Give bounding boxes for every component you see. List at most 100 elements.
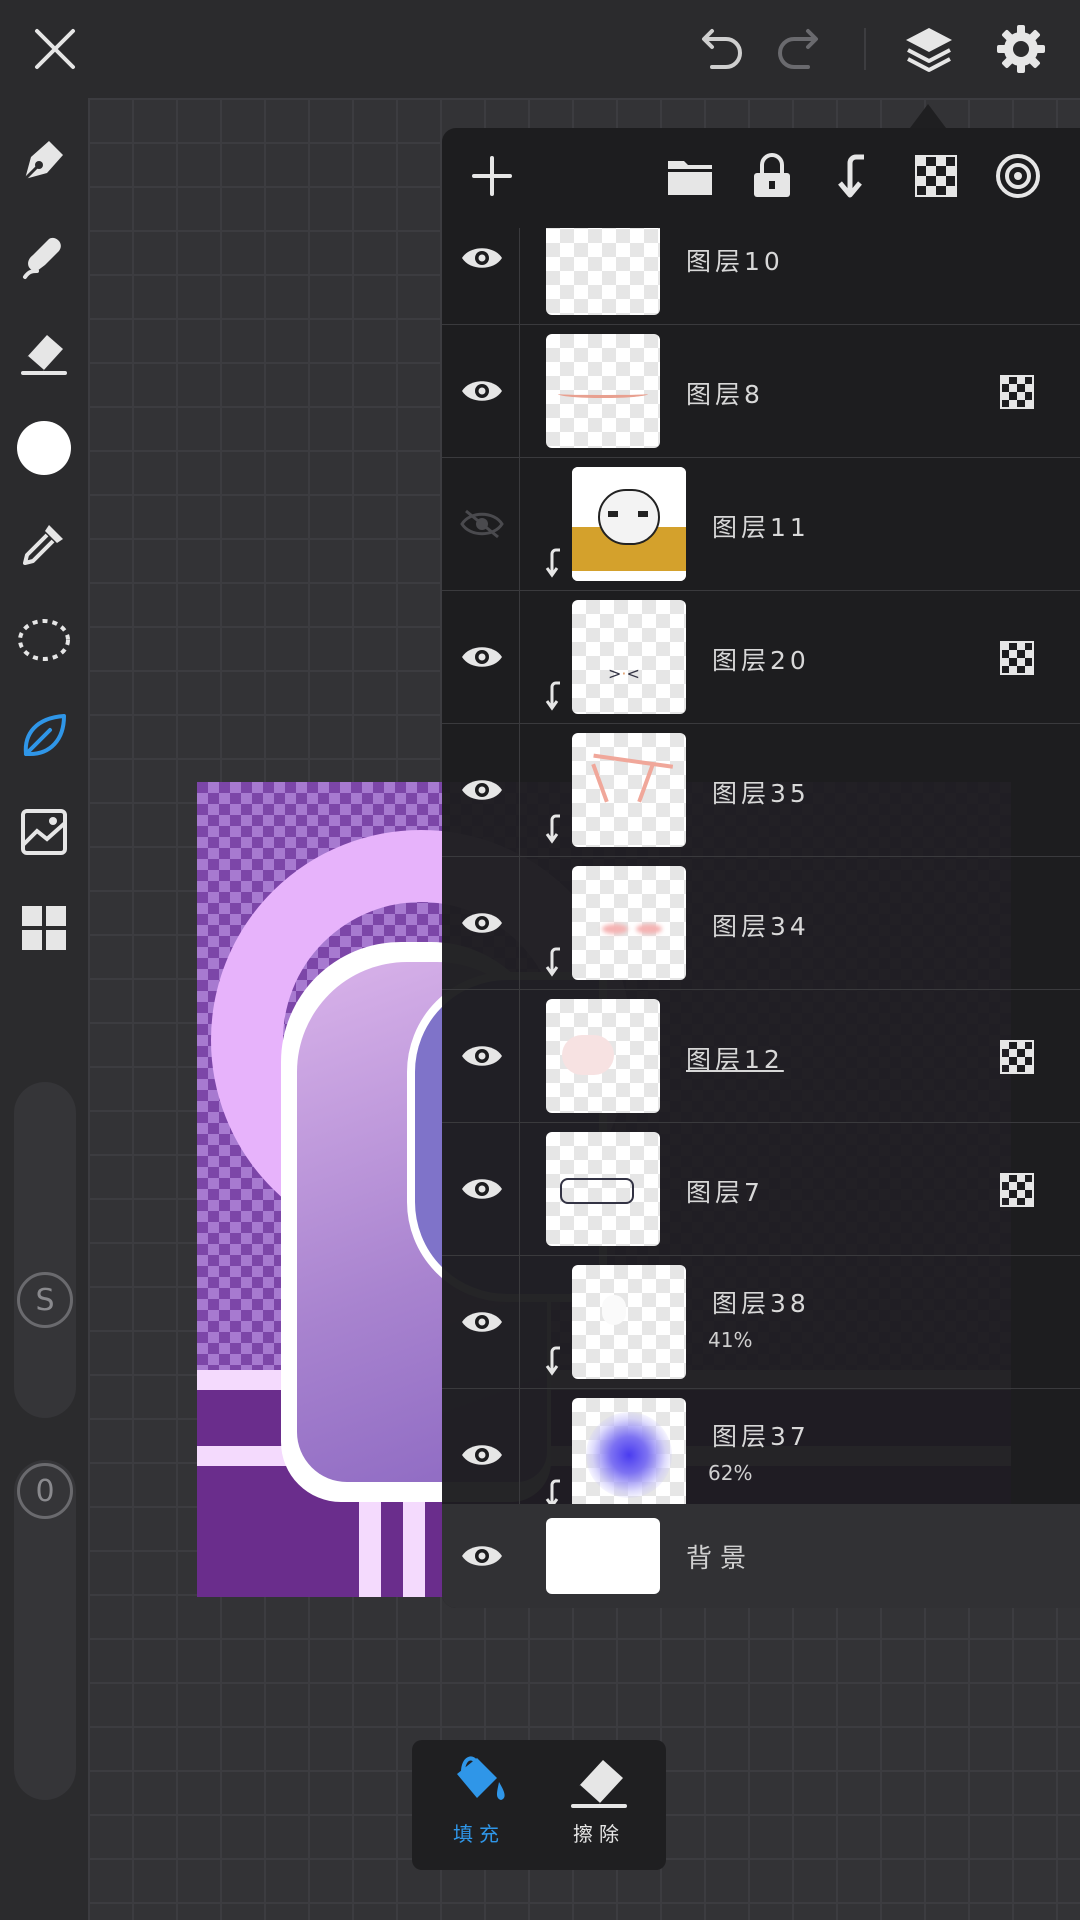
layer-row[interactable]: 图层7 [442,1123,1080,1256]
opacity-slider[interactable]: 0 [14,1460,76,1800]
close-icon [35,29,75,69]
alpha-lock-icon[interactable] [1000,1040,1034,1074]
eye-icon [462,248,502,268]
clipping-indicator-icon [545,681,560,711]
eye-icon [462,913,502,933]
size-slider-knob[interactable]: S [17,1272,73,1328]
eye-icon [462,1546,502,1566]
layer-row[interactable]: 图层35 [442,724,1080,857]
add-layer-button[interactable] [460,144,524,208]
alpha-lock-icon[interactable] [1000,1173,1034,1207]
color-picker-swatch[interactable] [10,414,78,482]
layers-icon [906,28,952,72]
layer-row[interactable]: 图层8 [442,325,1080,458]
lock-icon [754,153,790,197]
layer-name: 图层8 [686,380,764,409]
pen-tool[interactable] [10,126,78,194]
layer-row[interactable]: 图层37 62% [442,1389,1080,1504]
layer-thumbnail [572,1265,686,1379]
gallery-grid-tool[interactable] [10,894,78,962]
layer-name: 图层20 [712,646,810,675]
alpha-lock-icon[interactable] [1000,641,1034,675]
eye-icon [462,1179,502,1199]
color-swatch [17,421,71,475]
layer-name: 图层38 [712,1289,810,1318]
eye-icon [462,1445,502,1465]
target-icon [996,154,1040,198]
smudge-icon [23,237,61,279]
clip-arrow-icon [838,154,864,198]
eye-icon [462,381,502,401]
layer-thumbnail [546,334,660,448]
lasso-tool[interactable] [10,606,78,674]
layers-list[interactable]: 图层10 图层8 图层11 >·< 图层20 图层35 图层34 图层12 图层7 图层38 41%… [442,228,1080,1504]
checkerboard-icon [915,155,957,197]
layer-row[interactable]: >·< 图层20 [442,591,1080,724]
lock-layer-button[interactable] [740,144,804,208]
undo-button[interactable] [684,14,754,84]
layer-name: 图层12 [686,1045,784,1074]
visibility-toggle[interactable] [456,365,508,417]
visibility-toggle[interactable] [456,631,508,683]
top-bar [0,0,1080,98]
visibility-toggle[interactable] [456,498,508,550]
layer-thumbnail [546,999,660,1113]
layer-row[interactable]: 图层11 [442,458,1080,591]
fill-tool[interactable] [10,702,78,770]
layer-name: 图层35 [712,779,810,808]
erase-mode-button[interactable]: 擦除 [544,1752,654,1858]
redo-button[interactable] [766,14,836,84]
layers-button[interactable] [894,14,964,84]
eye-icon [462,780,502,800]
eraser-tool[interactable] [10,318,78,386]
toolbar-divider [864,28,866,70]
visibility-toggle[interactable] [456,1429,508,1481]
layer-thumbnail [572,733,686,847]
eraser-icon [21,335,67,375]
gear-icon [997,25,1045,73]
visibility-toggle[interactable] [456,764,508,816]
layer-row[interactable]: 图层34 [442,857,1080,990]
layer-thumbnail [572,866,686,980]
layer-name: 图层34 [712,912,810,941]
alpha-lock-button[interactable] [904,144,968,208]
fill-label: 填充 [453,1822,505,1846]
layer-row[interactable]: 图层12 [442,990,1080,1123]
visibility-toggle[interactable] [456,1530,508,1582]
group-folder-button[interactable] [658,144,722,208]
layer-thumbnail: >·< [572,600,686,714]
fill-mode-popover: 填充 擦除 [412,1740,666,1870]
layer-name: 图层10 [686,247,784,276]
eyedropper-tool[interactable] [10,510,78,578]
visibility-toggle[interactable] [456,1030,508,1082]
undo-icon [702,29,742,69]
grid-icon [22,906,66,950]
opacity-slider-knob[interactable]: 0 [17,1463,73,1519]
clipping-indicator-icon [545,947,560,977]
clipping-indicator-icon [545,1346,560,1376]
image-import-tool[interactable] [10,798,78,866]
close-button[interactable] [20,14,90,84]
fill-mode-button[interactable]: 填充 [424,1752,534,1858]
brush-size-slider[interactable]: S [14,1082,76,1418]
alpha-lock-icon[interactable] [1000,375,1034,409]
layers-panel-pointer [910,104,946,128]
layer-thumbnail [546,1132,660,1246]
layer-row[interactable]: 图层38 41% [442,1256,1080,1389]
smudge-tool[interactable] [10,222,78,290]
visibility-toggle[interactable] [456,1296,508,1348]
erase-label: 擦除 [573,1822,625,1846]
clipping-mask-button[interactable] [822,144,886,208]
background-layer-row[interactable]: 背景 [442,1504,1080,1608]
layer-row[interactable]: 图层10 [442,228,1080,325]
visibility-toggle[interactable] [456,1163,508,1215]
settings-button[interactable] [986,14,1056,84]
clipping-indicator-icon [545,814,560,844]
left-toolbar: S 0 [0,98,88,1920]
reference-layer-button[interactable] [986,144,1050,208]
layer-name: 图层11 [712,513,810,542]
folder-icon [668,161,712,195]
visibility-toggle[interactable] [456,232,508,284]
background-layer-name: 背景 [686,1544,755,1574]
visibility-toggle[interactable] [456,897,508,949]
